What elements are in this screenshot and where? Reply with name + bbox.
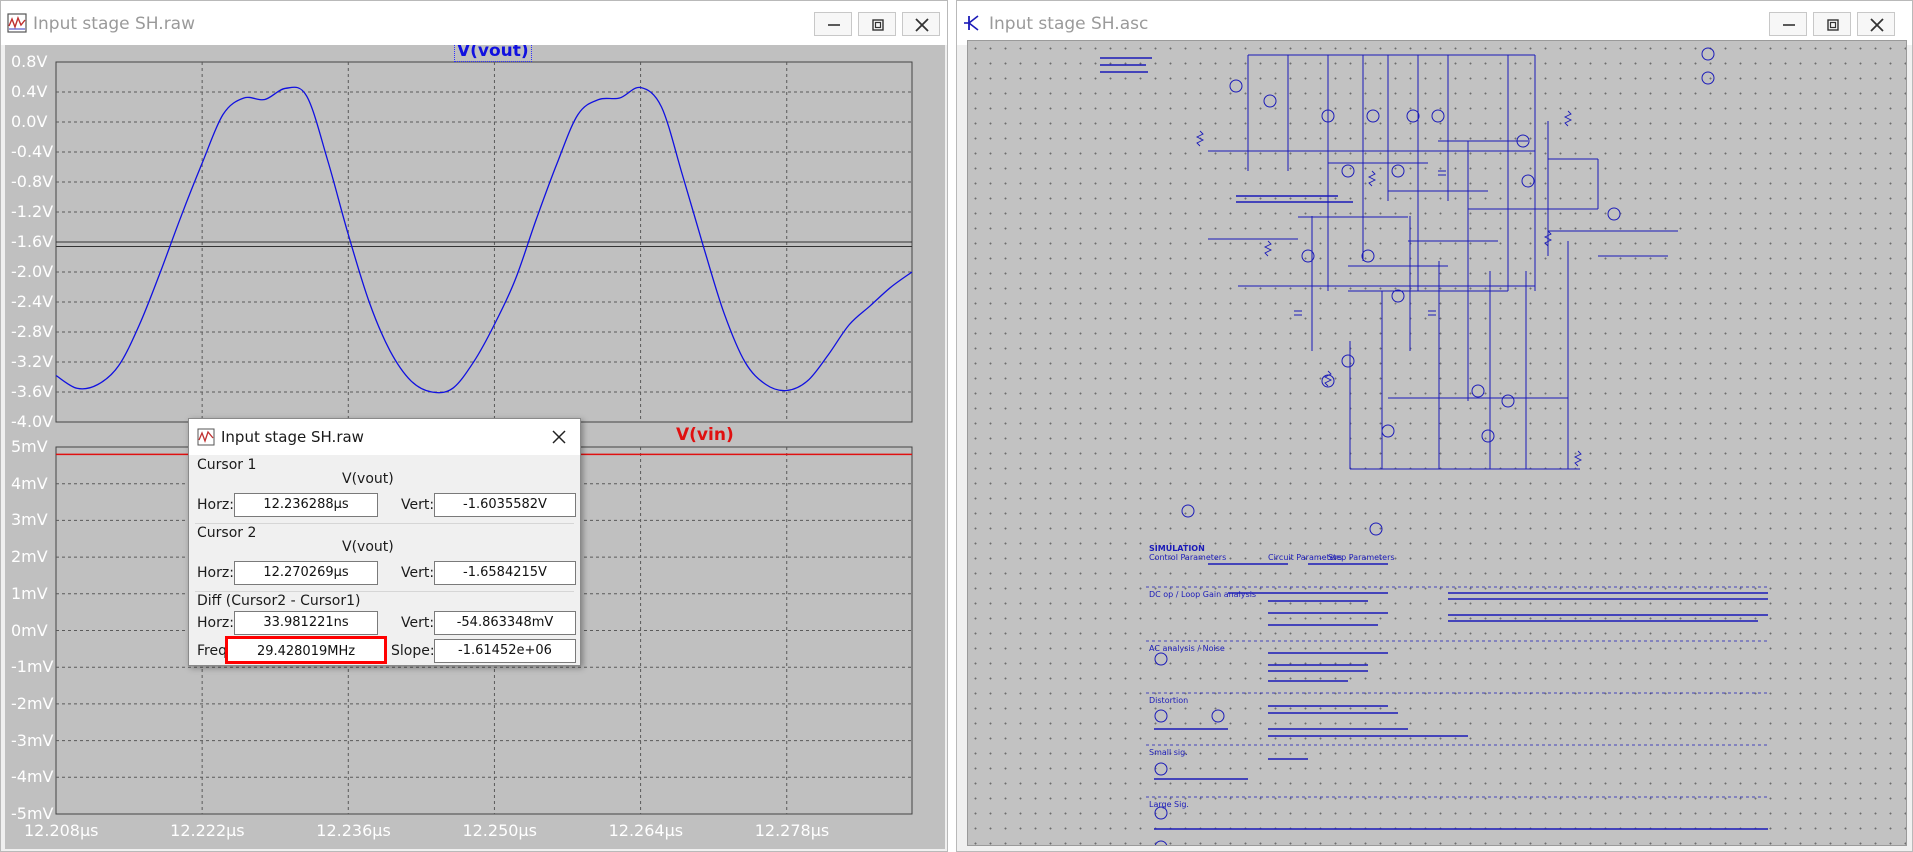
cursor1-horz-field[interactable]: 12.236288µs <box>234 493 378 517</box>
minimize-button[interactable] <box>814 12 852 36</box>
control-params-label: Control Parameters <box>1149 553 1227 562</box>
schematic-canvas[interactable]: SIMULATION Control Parameters Circuit Pa… <box>967 40 1907 846</box>
waveform-titlebar[interactable]: Input stage SH.raw <box>1 1 947 45</box>
y-tick-label: -3.6V <box>11 382 54 401</box>
y-tick-label: 0.4V <box>11 82 48 101</box>
waveform-app-icon <box>7 13 27 33</box>
ac-analysis-label: AC analysis / Noise <box>1149 644 1225 653</box>
top-pane-cursor-lines[interactable] <box>56 241 912 247</box>
close-icon[interactable] <box>551 429 567 445</box>
y-tick-label: -1.6V <box>11 232 54 251</box>
schematic-window-title: Input stage SH.asc <box>989 14 1149 34</box>
cursor1-trace: V(vout) <box>342 471 394 487</box>
cursor2-heading: Cursor 2 <box>197 525 257 541</box>
y-tick-label: 0.0V <box>11 112 48 131</box>
close-button[interactable] <box>902 12 940 36</box>
dialog-separator <box>195 523 574 524</box>
schematic-app-icon <box>964 15 979 31</box>
simulation-heading: SIMULATION <box>1149 544 1205 553</box>
vout-trace <box>55 86 913 394</box>
cursor1-heading: Cursor 1 <box>197 457 257 473</box>
y-tick-label: -1.2V <box>11 202 54 221</box>
cursor2-horz-field[interactable]: 12.270269µs <box>234 561 378 585</box>
cursor2-horz-label: Horz: <box>197 565 234 581</box>
slope-label: Slope: <box>391 643 435 659</box>
y-tick-label: -3mV <box>11 730 54 750</box>
maximize-button[interactable] <box>1813 12 1851 36</box>
dialog-separator <box>195 591 574 592</box>
dialog-titlebar[interactable]: Input stage SH.raw <box>189 419 580 455</box>
x-tick-label: 12.208µs <box>24 821 99 840</box>
y-tick-label: 0.8V <box>11 52 48 71</box>
y-tick-label: 5mV <box>11 437 48 456</box>
waveform-window-title: Input stage SH.raw <box>33 14 196 34</box>
x-tick-label: 12.250µs <box>462 821 537 840</box>
x-tick-label: 12.264µs <box>608 821 684 840</box>
schematic-titlebar[interactable]: Input stage SH.asc <box>957 1 1912 45</box>
maximize-button[interactable] <box>858 12 896 36</box>
diff-vert-label: Vert: <box>401 615 435 631</box>
diff-horz-label: Horz: <box>197 615 234 631</box>
y-tick-label: -4mV <box>11 767 54 787</box>
y-tick-label: -0.4V <box>11 142 54 161</box>
y-tick-label: -2.0V <box>11 262 54 281</box>
cursor1-vert-field[interactable]: -1.6035582V <box>434 493 576 517</box>
vout-trace-label[interactable]: V(vout) <box>454 45 532 62</box>
y-tick-label: -2mV <box>11 693 54 713</box>
freq-field[interactable]: 29.428019MHz <box>225 636 387 664</box>
cursor-readout-dialog: Input stage SH.raw Cursor 1 V(vout) Horz… <box>188 418 581 666</box>
restore-icon <box>872 19 884 31</box>
schematic-drawing[interactable] <box>968 41 1907 846</box>
minimize-icon <box>1783 24 1795 26</box>
slope-field[interactable]: -1.61452e+06 <box>434 639 576 663</box>
cursor1-vert-label: Vert: <box>401 497 435 513</box>
close-icon <box>1870 18 1884 32</box>
y-tick-label: 2mV <box>11 547 48 567</box>
y-tick-label: 4mV <box>11 473 48 493</box>
distortion-label: Distortion <box>1149 696 1189 705</box>
y-tick-label: -3.2V <box>11 352 54 371</box>
dc-op-label: DC op / Loop Gain analysis <box>1149 590 1257 599</box>
close-button[interactable] <box>1857 12 1895 36</box>
diff-vert-field[interactable]: -54.863348mV <box>434 611 576 635</box>
close-icon <box>915 18 929 32</box>
y-tick-label: -4.0V <box>11 412 54 431</box>
cursor2-vert-label: Vert: <box>401 565 435 581</box>
minimize-icon <box>828 24 840 26</box>
cursor1-horz-label: Horz: <box>197 497 234 513</box>
diff-heading: Diff (Cursor2 - Cursor1) <box>197 593 361 609</box>
vin-trace-label[interactable]: V(vin) <box>676 425 734 445</box>
y-tick-label: -0.8V <box>11 172 54 191</box>
cursor2-vert-field[interactable]: -1.6584215V <box>434 561 576 585</box>
y-tick-label: -2.4V <box>11 292 54 311</box>
cursor2-trace: V(vout) <box>342 539 394 555</box>
x-tick-label: 12.236µs <box>316 821 391 840</box>
y-tick-label: 1mV <box>11 583 48 603</box>
y-tick-label: 3mV <box>11 510 48 530</box>
y-tick-label: 0mV <box>11 620 48 640</box>
waveform-app-icon <box>197 428 215 446</box>
diff-horz-field[interactable]: 33.981221ns <box>234 611 378 635</box>
x-tick-label: 12.222µs <box>170 821 245 840</box>
dialog-title: Input stage SH.raw <box>221 428 364 446</box>
x-tick-label: 12.278µs <box>754 821 830 840</box>
y-tick-label: -2.8V <box>11 322 54 341</box>
minimize-button[interactable] <box>1769 12 1807 36</box>
small-signal-label: Small sig. <box>1149 748 1188 757</box>
step-params-label: Step Parameters <box>1328 553 1395 562</box>
large-signal-label: Large Sig. <box>1149 800 1189 809</box>
y-tick-label: -1mV <box>11 657 54 677</box>
restore-icon <box>1827 19 1839 31</box>
